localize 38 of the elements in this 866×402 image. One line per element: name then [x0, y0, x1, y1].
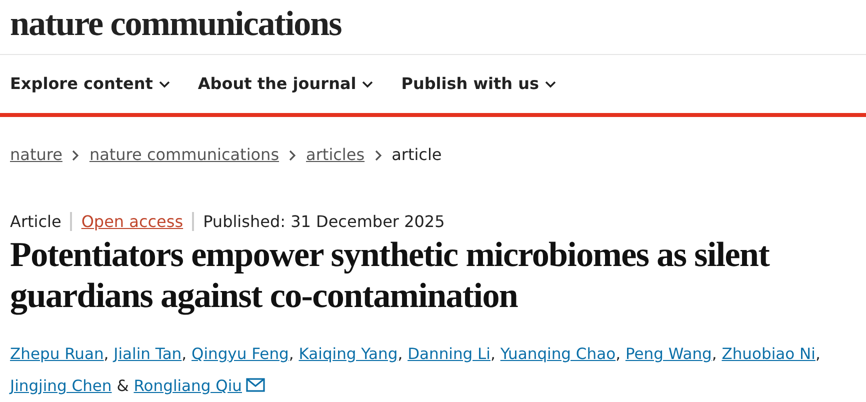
author-separator: , [490, 345, 496, 363]
chevron-right-icon [72, 150, 80, 160]
nav-menu-button[interactable]: About the journal [198, 72, 374, 96]
chevron-right-icon [374, 150, 382, 160]
author-link[interactable]: Jingjing Chen [10, 377, 112, 395]
author-separator: , [398, 345, 403, 363]
author-separator: , [104, 345, 109, 363]
breadcrumb-link[interactable]: articles [306, 143, 365, 167]
breadcrumb-link[interactable]: nature [10, 143, 62, 167]
author-separator: , [288, 345, 294, 363]
author-separator: , [712, 345, 717, 363]
mail-icon[interactable] [246, 378, 265, 392]
author-link[interactable]: Jialin Tan [114, 345, 182, 363]
nav-menu-button[interactable]: Publish with us [401, 72, 556, 96]
chevron-down-icon [158, 81, 170, 88]
chevron-down-icon [545, 81, 556, 88]
author-link[interactable]: Kaiqing Yang [298, 345, 398, 363]
chevron-down-icon [362, 81, 374, 88]
breadcrumb-link[interactable]: nature communications [89, 143, 280, 167]
author-separator: , [815, 345, 820, 363]
published-date: Published: 31 December 2025 [192, 212, 445, 231]
author-link[interactable]: Zhepu Ruan [10, 345, 104, 363]
site-logo[interactable]: nature communications [0, 0, 866, 55]
author-separator: , [182, 345, 187, 363]
author-link[interactable]: Zhuobiao Ni [722, 345, 816, 363]
author-link[interactable]: Qingyu Feng [192, 345, 289, 363]
author-link[interactable]: Rongliang Qiu [134, 377, 242, 395]
author-link[interactable]: Yuanqing Chao [500, 345, 616, 363]
chevron-right-icon [289, 150, 296, 160]
author-separator: & [116, 377, 129, 395]
author-separator: , [616, 345, 620, 363]
article-type: Article [10, 212, 62, 231]
nav-menu-button[interactable]: Explore content [10, 72, 170, 96]
author-link[interactable]: Peng Wang [625, 345, 712, 363]
article-title: Potentiators empower synthetic microbiomes as silent guardians against co-contamination [9, 234, 771, 316]
author-link[interactable]: Danning Li [408, 345, 490, 363]
breadcrumb-current: article [392, 144, 442, 166]
open-access-label: Open access [70, 212, 184, 231]
